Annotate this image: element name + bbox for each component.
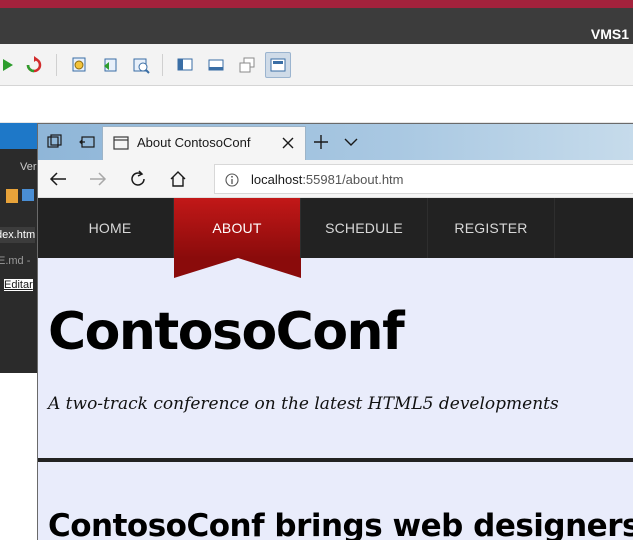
revert-icon[interactable] (97, 52, 123, 78)
refresh-icon[interactable] (124, 166, 152, 192)
home-icon[interactable] (164, 166, 192, 192)
info-icon[interactable] (225, 173, 239, 192)
vscode-window: Ver dex.htm E.md - Editar (0, 123, 37, 540)
nav-register[interactable]: REGISTER (428, 198, 555, 258)
nav-schedule[interactable]: SCHEDULE (301, 198, 428, 258)
section-divider (38, 458, 633, 462)
tab-about[interactable]: About ContosoConf (102, 126, 306, 160)
nav-about[interactable]: ABOUT (174, 198, 301, 258)
vm-titlebar: VMS1 (0, 0, 633, 44)
tab-bar: About ContosoConf (38, 124, 633, 160)
address-bar: localhost:55981/about.htm (38, 160, 633, 198)
site-nav: HOME ABOUT SCHEDULE REGISTER (38, 198, 633, 258)
snapshot-icon[interactable] (128, 52, 154, 78)
site-title: ContosoConf (48, 302, 405, 362)
save-icon (22, 189, 34, 201)
url-field[interactable]: localhost:55981/about.htm (214, 164, 633, 194)
nav-home[interactable]: HOME (47, 198, 174, 258)
chevron-down-icon[interactable] (340, 132, 362, 152)
lock-icon (6, 189, 18, 203)
vm-title: VMS1 (590, 26, 629, 42)
play-icon[interactable] (0, 52, 20, 78)
enhanced-session-icon[interactable] (203, 52, 229, 78)
site-tagline: A two-track conference on the latest HTM… (48, 394, 559, 414)
url-path: :55981/about.htm (302, 172, 404, 187)
toolbar-separator (162, 54, 163, 76)
section-heading: ContosoConf brings web designers an (48, 508, 633, 540)
tab-set-aside-icon[interactable] (44, 132, 66, 152)
vscode-tab-fragment[interactable]: dex.htm (0, 227, 36, 243)
vscode-menu-item-fragment[interactable]: Editar (4, 279, 33, 291)
page-icon (113, 136, 129, 155)
tab-preview-icon[interactable] (76, 132, 98, 152)
close-tab-icon[interactable] (281, 136, 295, 155)
vscode-file-fragment: E.md - (0, 255, 31, 267)
vm-toolbar (0, 44, 633, 86)
back-icon[interactable] (44, 166, 72, 192)
web-page: HOME ABOUT SCHEDULE REGISTER ContosoConf… (38, 198, 633, 540)
tab-title: About ContosoConf (137, 135, 251, 150)
basic-session-icon[interactable] (172, 52, 198, 78)
forward-icon[interactable] (84, 166, 112, 192)
toolbar-separator (56, 54, 57, 76)
nav-active-ribbon (174, 258, 301, 278)
new-tab-icon[interactable] (310, 132, 332, 152)
url-text: localhost:55981/about.htm (251, 172, 404, 187)
vscode-titlebar (0, 123, 37, 149)
reset-icon[interactable] (21, 52, 47, 78)
browser-window: About ContosoConf localhost:55981/about.… (37, 123, 633, 540)
fullscreen-icon[interactable] (265, 52, 291, 78)
checkpoint-icon[interactable] (66, 52, 92, 78)
vm-status-strip (0, 86, 633, 123)
resize-icon[interactable] (234, 52, 260, 78)
url-host: localhost (251, 172, 303, 187)
vscode-menu-fragment[interactable]: Ver (20, 161, 37, 173)
